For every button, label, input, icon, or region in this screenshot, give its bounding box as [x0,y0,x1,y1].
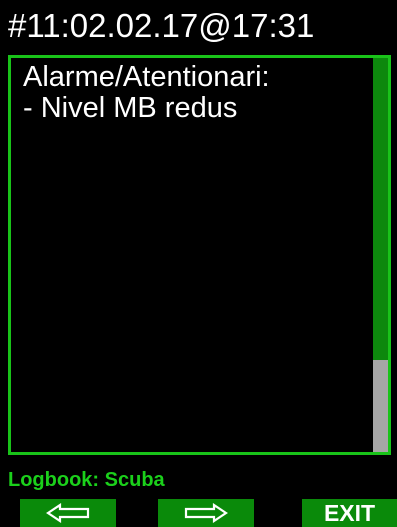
scroll-thumb[interactable] [373,360,388,452]
status-bar: Logbook: Scuba [0,460,397,496]
alarm-message: Alarme/Atentionari: - Nivel MB redus [23,62,270,124]
previous-button[interactable] [20,499,116,527]
arrow-right-icon [184,503,228,523]
next-button[interactable] [158,499,254,527]
alarm-item: - Nivel MB redus [23,92,238,124]
soft-key-bar: EXIT [0,499,397,527]
header: #11:02.02.17@17:31 [0,0,397,54]
arrow-left-icon [46,503,90,523]
message-panel: Alarme/Atentionari: - Nivel MB redus [8,55,391,455]
scrollbar[interactable] [373,58,388,452]
alarm-heading: Alarme/Atentionari: [23,61,270,93]
exit-label: EXIT [323,499,376,526]
mode-label: Logbook: Scuba [8,469,165,491]
exit-button[interactable]: EXIT [302,499,397,527]
dive-log-title: #11:02.02.17@17:31 [8,7,315,44]
